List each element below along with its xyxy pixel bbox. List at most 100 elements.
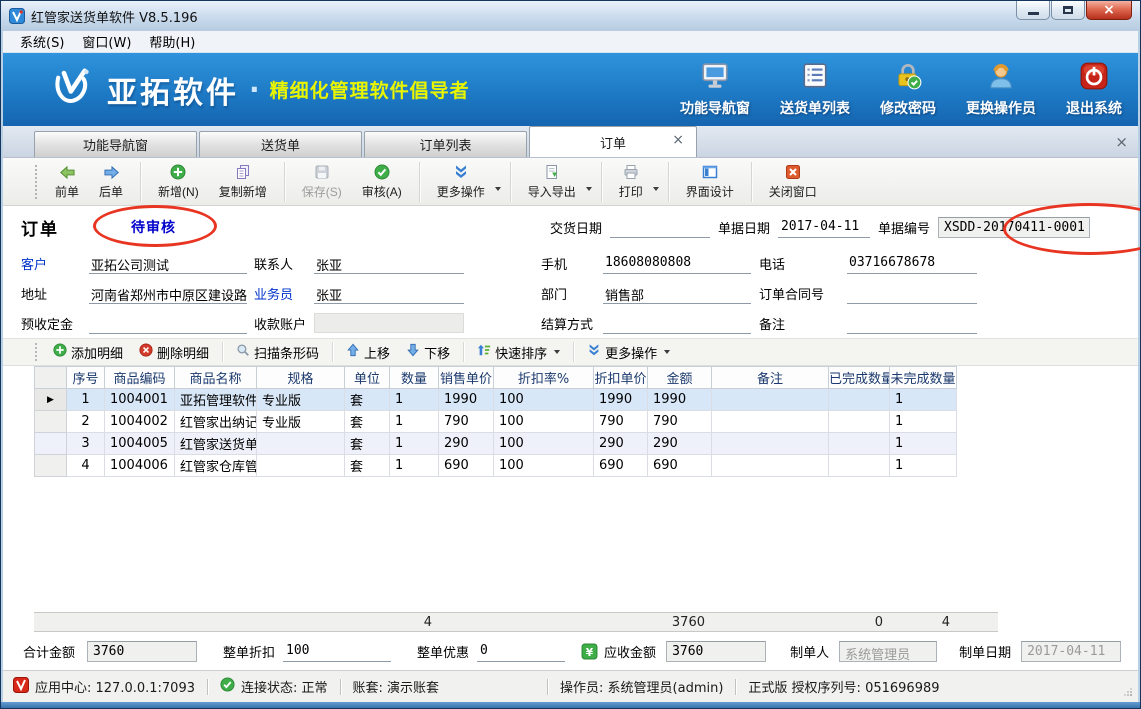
nav-window-button[interactable]: 功能导航窗 bbox=[680, 61, 750, 118]
switch-operator-button[interactable]: 更换操作员 bbox=[966, 61, 1036, 118]
cell[interactable]: 290 bbox=[439, 433, 494, 455]
col-product-name[interactable]: 商品名称 bbox=[175, 367, 257, 389]
quick-sort-button[interactable]: 快速排序 bbox=[469, 341, 568, 364]
salesman-field[interactable]: 张亚 bbox=[314, 282, 464, 304]
dropdown-caret-icon[interactable] bbox=[586, 187, 592, 191]
cell[interactable]: 690 bbox=[439, 455, 494, 477]
cell[interactable]: 套 bbox=[345, 455, 390, 477]
detail-toolbar-grip[interactable] bbox=[35, 343, 37, 361]
col-discount-price[interactable]: 折扣单价 bbox=[594, 367, 648, 389]
address-field[interactable]: 河南省郑州市中原区建设路 bbox=[89, 282, 247, 304]
cell[interactable]: 100 bbox=[494, 455, 594, 477]
cell[interactable] bbox=[257, 433, 345, 455]
copy-new-button[interactable]: 复制新增 bbox=[209, 159, 277, 205]
cell[interactable]: 1 bbox=[67, 389, 105, 411]
col-spec[interactable]: 规格 bbox=[257, 367, 345, 389]
ui-design-button[interactable]: 界面设计 bbox=[676, 159, 744, 205]
col-qty[interactable]: 数量 bbox=[390, 367, 439, 389]
cell[interactable] bbox=[257, 455, 345, 477]
menu-window[interactable]: 窗口(W) bbox=[73, 31, 140, 52]
print-button[interactable]: 打印 bbox=[609, 159, 653, 205]
cell[interactable]: 1004001 bbox=[105, 389, 175, 411]
cell[interactable]: 4 bbox=[67, 455, 105, 477]
col-remark[interactable]: 备注 bbox=[712, 367, 829, 389]
discount-field[interactable]: 100 bbox=[283, 640, 391, 662]
cell[interactable]: 100 bbox=[494, 389, 594, 411]
cell[interactable]: 1990 bbox=[648, 389, 712, 411]
cell[interactable]: 红管家出纳记账软件 bbox=[175, 411, 257, 433]
col-amount[interactable]: 金额 bbox=[648, 367, 712, 389]
cell[interactable] bbox=[829, 389, 890, 411]
col-unit[interactable]: 单位 bbox=[345, 367, 390, 389]
cell[interactable]: 1 bbox=[890, 433, 957, 455]
customer-field[interactable]: 亚拓公司测试 bbox=[89, 252, 247, 274]
save-button[interactable]: 保存(S) bbox=[292, 159, 352, 205]
tabstrip-close-icon[interactable]: × bbox=[1115, 135, 1128, 149]
move-down-button[interactable]: 下移 bbox=[398, 341, 458, 364]
dropdown-caret-icon[interactable] bbox=[653, 187, 659, 191]
contact-field[interactable]: 张亚 bbox=[314, 252, 464, 274]
audit-button[interactable]: 审核(A) bbox=[352, 159, 412, 205]
col-undone-qty[interactable]: 未完成数量 bbox=[890, 367, 957, 389]
cell[interactable]: 100 bbox=[494, 411, 594, 433]
cell[interactable] bbox=[712, 455, 829, 477]
close-button[interactable]: × bbox=[1086, 1, 1132, 20]
cell[interactable]: 1 bbox=[890, 411, 957, 433]
delivery-date-field[interactable] bbox=[610, 216, 710, 238]
cell[interactable]: 690 bbox=[648, 455, 712, 477]
cell[interactable]: 1004006 bbox=[105, 455, 175, 477]
row-selector[interactable] bbox=[35, 455, 67, 477]
cell[interactable]: 套 bbox=[345, 411, 390, 433]
cell[interactable]: 1990 bbox=[439, 389, 494, 411]
more-detail-ops-button[interactable]: 更多操作 bbox=[579, 341, 678, 364]
row-selector[interactable] bbox=[35, 433, 67, 455]
cell[interactable]: 1 bbox=[390, 389, 439, 411]
table-row[interactable]: 41004006红管家仓库管理软件套16901006906901 bbox=[35, 455, 957, 477]
salesman-label[interactable]: 业务员 bbox=[254, 284, 314, 303]
scan-barcode-button[interactable]: 扫描条形码 bbox=[228, 341, 327, 364]
delete-detail-button[interactable]: 删除明细 bbox=[131, 341, 217, 364]
dropdown-caret-icon[interactable] bbox=[495, 187, 501, 191]
table-row[interactable]: ▶11004001亚拓管理软件专业版套11990100199019901 bbox=[35, 389, 957, 411]
row-selector[interactable] bbox=[35, 411, 67, 433]
cell[interactable]: 1 bbox=[890, 455, 957, 477]
cell[interactable]: 790 bbox=[648, 411, 712, 433]
minimize-button[interactable] bbox=[1016, 1, 1050, 20]
mobile-field[interactable]: 18608080808 bbox=[603, 252, 751, 274]
cell[interactable]: 1990 bbox=[594, 389, 648, 411]
col-seq[interactable]: 序号 bbox=[67, 367, 105, 389]
col-product-code[interactable]: 商品编码 bbox=[105, 367, 175, 389]
cell[interactable]: 2 bbox=[67, 411, 105, 433]
cell[interactable]: 790 bbox=[439, 411, 494, 433]
cell[interactable]: 亚拓管理软件 bbox=[175, 389, 257, 411]
cell[interactable]: 套 bbox=[345, 433, 390, 455]
import-export-button[interactable]: 导入导出 bbox=[518, 159, 586, 205]
contract-no-field[interactable] bbox=[847, 282, 977, 304]
customer-label[interactable]: 客户 bbox=[21, 254, 89, 273]
cell[interactable]: 1 bbox=[390, 411, 439, 433]
more-operations-button[interactable]: 更多操作 bbox=[427, 159, 495, 205]
delivery-list-button[interactable]: 送货单列表 bbox=[780, 61, 850, 118]
maximize-button[interactable] bbox=[1051, 1, 1085, 20]
menu-system[interactable]: 系统(S) bbox=[11, 31, 73, 52]
col-price[interactable]: 销售单价 bbox=[439, 367, 494, 389]
resize-grip[interactable] bbox=[1130, 694, 1132, 696]
cell[interactable]: 1004002 bbox=[105, 411, 175, 433]
cell[interactable] bbox=[829, 455, 890, 477]
cell[interactable] bbox=[712, 411, 829, 433]
cell[interactable]: 专业版 bbox=[257, 389, 345, 411]
next-doc-button[interactable]: 后单 bbox=[89, 159, 133, 205]
cell[interactable]: 红管家送货单软件 bbox=[175, 433, 257, 455]
tab-close-icon[interactable]: × bbox=[672, 133, 684, 147]
col-done-qty[interactable]: 已完成数量 bbox=[829, 367, 890, 389]
close-window-button[interactable]: 关闭窗口 bbox=[759, 159, 827, 205]
tab-order-list[interactable]: 订单列表 bbox=[364, 131, 527, 157]
table-row[interactable]: 21004002红管家出纳记账软件专业版套17901007907901 bbox=[35, 411, 957, 433]
cell[interactable]: 290 bbox=[648, 433, 712, 455]
exit-system-button[interactable]: 退出系统 bbox=[1066, 61, 1122, 118]
add-detail-button[interactable]: 添加明细 bbox=[45, 341, 131, 364]
col-discount-rate[interactable]: 折扣率% bbox=[494, 367, 594, 389]
cell[interactable]: 790 bbox=[594, 411, 648, 433]
remark-field[interactable] bbox=[847, 312, 977, 334]
toolbar-grip[interactable] bbox=[35, 165, 37, 199]
